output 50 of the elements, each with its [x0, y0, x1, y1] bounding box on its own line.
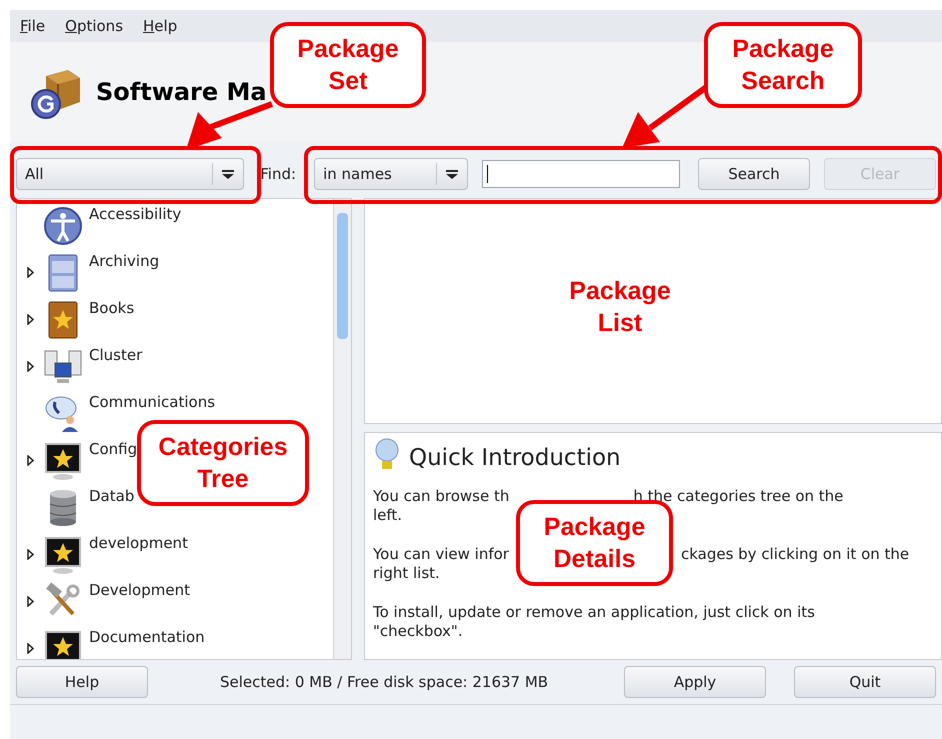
- person-circle-icon: [43, 206, 83, 246]
- category-item[interactable]: Communications: [89, 393, 216, 411]
- package-set-dropdown[interactable]: All: [16, 158, 244, 190]
- category-item[interactable]: Development: [89, 581, 190, 599]
- scrollbar[interactable]: [333, 199, 351, 659]
- expander-icon[interactable]: [26, 642, 34, 654]
- paragraph-text: right list.: [373, 564, 440, 583]
- search-field[interactable]: [482, 160, 680, 188]
- dropdown-caret-icon: [212, 163, 236, 185]
- help-button[interactable]: Help: [16, 666, 148, 698]
- callout: Categories Tree: [137, 420, 309, 506]
- category-item[interactable]: Config: [89, 440, 138, 458]
- quit-button[interactable]: Quit: [794, 666, 936, 698]
- apply-button[interactable]: Apply: [624, 666, 766, 698]
- category-item[interactable]: Datab: [89, 487, 134, 505]
- category-item[interactable]: Accessibility: [89, 205, 182, 223]
- expander-icon[interactable]: [26, 596, 34, 606]
- category-item[interactable]: Books: [89, 299, 134, 317]
- search-scope-dropdown[interactable]: in names: [314, 158, 468, 190]
- paragraph-text: left.: [373, 506, 402, 525]
- category-item[interactable]: Archiving: [89, 252, 160, 270]
- callout: Package Details: [516, 500, 673, 586]
- paragraph-text: To install, update or remove an application, just click on its: [373, 603, 815, 622]
- menu-item[interactable]: Options: [65, 14, 124, 38]
- callout: Package Search: [704, 22, 862, 108]
- category-item[interactable]: Documentation: [89, 628, 205, 646]
- dropdown-caret-icon: [436, 163, 460, 185]
- expander-icon[interactable]: [26, 360, 34, 372]
- callout: Package Set: [270, 22, 426, 108]
- app-title: Software Ma: [96, 77, 267, 108]
- star-monitor-icon: [43, 441, 83, 481]
- expander-icon[interactable]: [26, 314, 34, 324]
- category-item[interactable]: Cluster: [89, 346, 142, 364]
- details-title: Quick Introduction: [409, 444, 621, 473]
- expander-icon[interactable]: [26, 548, 34, 560]
- find-label: Find:: [260, 164, 296, 185]
- search-button[interactable]: Search: [698, 158, 810, 190]
- annotation-label: Package List: [568, 276, 672, 339]
- status-text: Selected: 0 MB / Free disk space: 21637 MB: [220, 672, 548, 693]
- star-monitor-icon: [43, 629, 83, 659]
- expander-icon[interactable]: [26, 266, 34, 278]
- menu-item[interactable]: File: [20, 14, 46, 38]
- star-monitor-icon: [43, 535, 83, 575]
- paragraph-text: ckages by clicking on it on the: [680, 545, 910, 564]
- category-item[interactable]: development: [89, 534, 188, 552]
- paragraph-text: "checkbox".: [373, 622, 463, 641]
- expander-icon[interactable]: [26, 454, 34, 466]
- paragraph-text: You can view infor: [373, 545, 509, 564]
- paragraph-text: You can browse th: [373, 487, 510, 506]
- menu-item[interactable]: Help: [143, 14, 178, 38]
